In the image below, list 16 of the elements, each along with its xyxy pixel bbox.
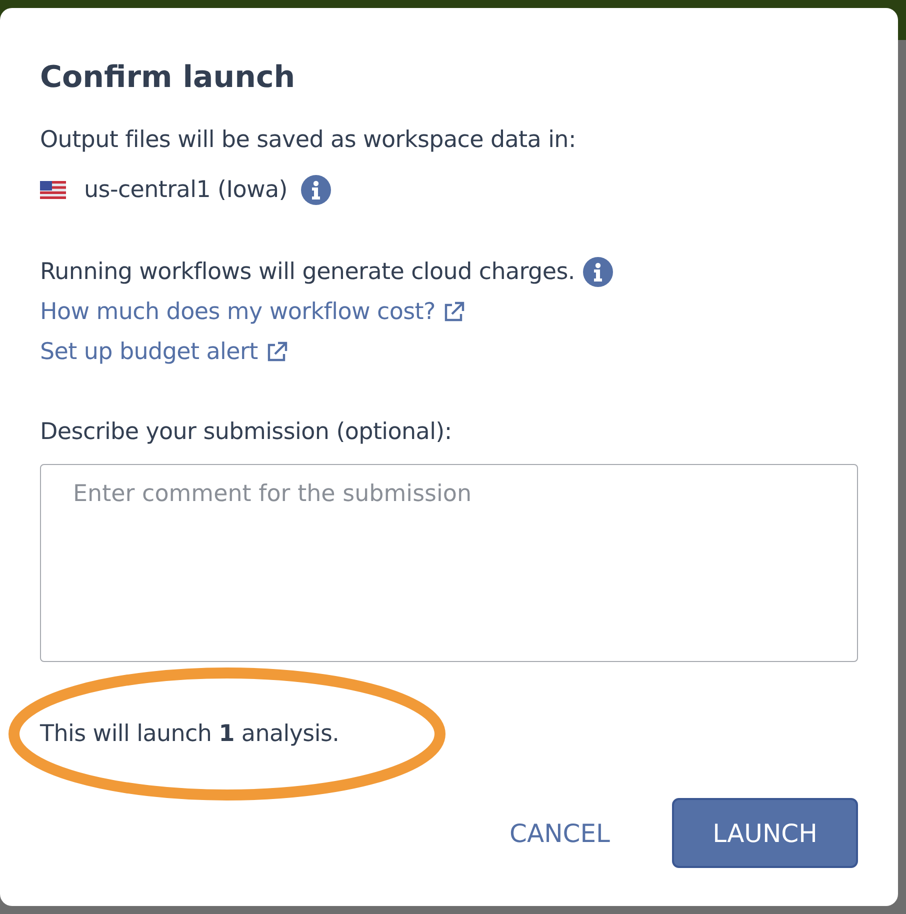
charges-text: Running workflows will generate cloud charges. — [40, 258, 575, 287]
comment-field[interactable]: Enter comment for the submission — [40, 464, 858, 662]
dialog-title: Confirm launch — [40, 60, 296, 96]
launch-button[interactable]: LAUNCH — [672, 798, 858, 868]
external-link-icon — [443, 301, 466, 323]
summary-text: This will launch 1 analysis. — [40, 720, 340, 749]
flag-icon — [40, 181, 66, 199]
cancel-button[interactable]: CANCEL — [480, 798, 640, 868]
external-link-icon — [266, 341, 288, 363]
info-icon[interactable] — [582, 257, 613, 287]
output-text: Output files will be saved as workspace data in: — [40, 126, 577, 155]
info-icon[interactable] — [301, 175, 332, 205]
external-link[interactable]: Set up budget alert — [40, 336, 288, 368]
description-label: Describe your submission (optional): — [40, 418, 453, 447]
external-link[interactable]: How much does my workflow cost? — [40, 296, 466, 328]
region-name: us-central1 (Iowa) — [84, 176, 288, 205]
